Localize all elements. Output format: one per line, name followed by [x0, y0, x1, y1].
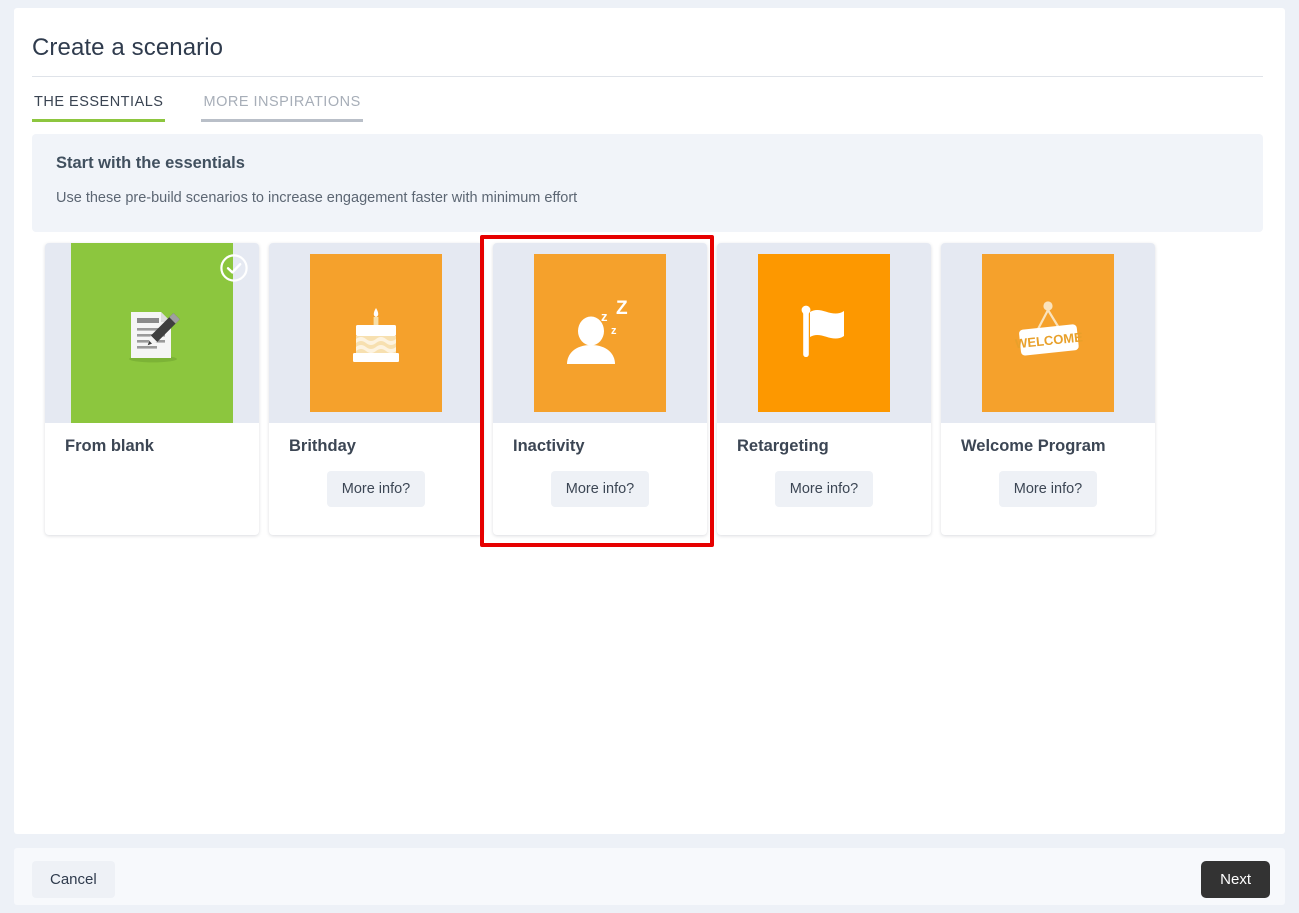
card-body: Inactivity More info? — [493, 423, 707, 507]
card-body: Brithday More info? — [269, 423, 483, 507]
card-image-area — [45, 243, 259, 423]
sleeping-person-icon: Z z z — [567, 298, 628, 364]
card-title: Welcome Program — [961, 437, 1106, 455]
card-title: Retargeting — [737, 437, 829, 455]
tab-the-essentials-label: THE ESSENTIALS — [34, 94, 164, 110]
more-info-button[interactable]: More info? — [774, 471, 874, 507]
card-title: Inactivity — [513, 437, 585, 455]
next-button[interactable]: Next — [1201, 861, 1270, 898]
scenario-card-brithday[interactable]: Brithday More info? — [269, 243, 483, 535]
banner-subtitle: Use these pre-build scenarios to increas… — [56, 190, 578, 206]
scenario-card-row: From blank Brithday More info? Z z z Ina… — [45, 243, 1155, 535]
document-pencil-icon — [129, 312, 180, 363]
flag-icon — [801, 305, 844, 357]
tile-retargeting — [758, 254, 890, 412]
title-divider — [32, 76, 1263, 77]
tile-from-blank — [71, 243, 233, 423]
main-panel: Create a scenario THE ESSENTIALS MORE IN… — [14, 8, 1285, 834]
tab-the-essentials[interactable]: THE ESSENTIALS — [32, 88, 166, 122]
svg-text:z: z — [601, 309, 608, 324]
more-info-button[interactable]: More info? — [998, 471, 1098, 507]
more-info-button[interactable]: More info? — [550, 471, 650, 507]
selected-check-icon — [219, 253, 249, 283]
tab-bar: THE ESSENTIALS MORE INSPIRATIONS — [32, 88, 363, 122]
scenario-card-inactivity[interactable]: Z z z Inactivity More info? — [493, 243, 707, 535]
svg-text:Z: Z — [616, 298, 628, 319]
card-image-area — [717, 243, 931, 423]
tile-brithday — [310, 254, 442, 412]
card-title: From blank — [65, 437, 154, 455]
tab-more-inspirations-label: MORE INSPIRATIONS — [203, 94, 361, 110]
more-info-button[interactable]: More info? — [326, 471, 426, 507]
scenario-card-retargeting[interactable]: Retargeting More info? — [717, 243, 931, 535]
tile-welcome-program: WELCOME — [982, 254, 1114, 412]
card-image-area: WELCOME — [941, 243, 1155, 423]
card-image-area — [269, 243, 483, 423]
welcome-sign-icon: WELCOME — [1014, 301, 1084, 356]
dialog-footer: Cancel Next — [14, 848, 1285, 905]
essentials-banner: Start with the essentials Use these pre-… — [32, 134, 1263, 232]
banner-title: Start with the essentials — [56, 154, 245, 172]
card-title: Brithday — [289, 437, 356, 455]
tile-inactivity: Z z z — [534, 254, 666, 412]
cancel-button[interactable]: Cancel — [32, 861, 115, 898]
birthday-cake-icon — [353, 308, 399, 362]
svg-text:z: z — [611, 325, 617, 337]
card-body: Retargeting More info? — [717, 423, 931, 507]
create-scenario-dialog: Create a scenario THE ESSENTIALS MORE IN… — [0, 0, 1299, 913]
card-body: From blank — [45, 423, 259, 456]
card-image-area: Z z z — [493, 243, 707, 423]
tab-more-inspirations[interactable]: MORE INSPIRATIONS — [201, 88, 363, 122]
page-title: Create a scenario — [32, 34, 224, 61]
scenario-card-from-blank[interactable]: From blank — [45, 243, 259, 535]
scenario-card-welcome-program[interactable]: WELCOME Welcome Program More info? — [941, 243, 1155, 535]
card-body: Welcome Program More info? — [941, 423, 1155, 507]
